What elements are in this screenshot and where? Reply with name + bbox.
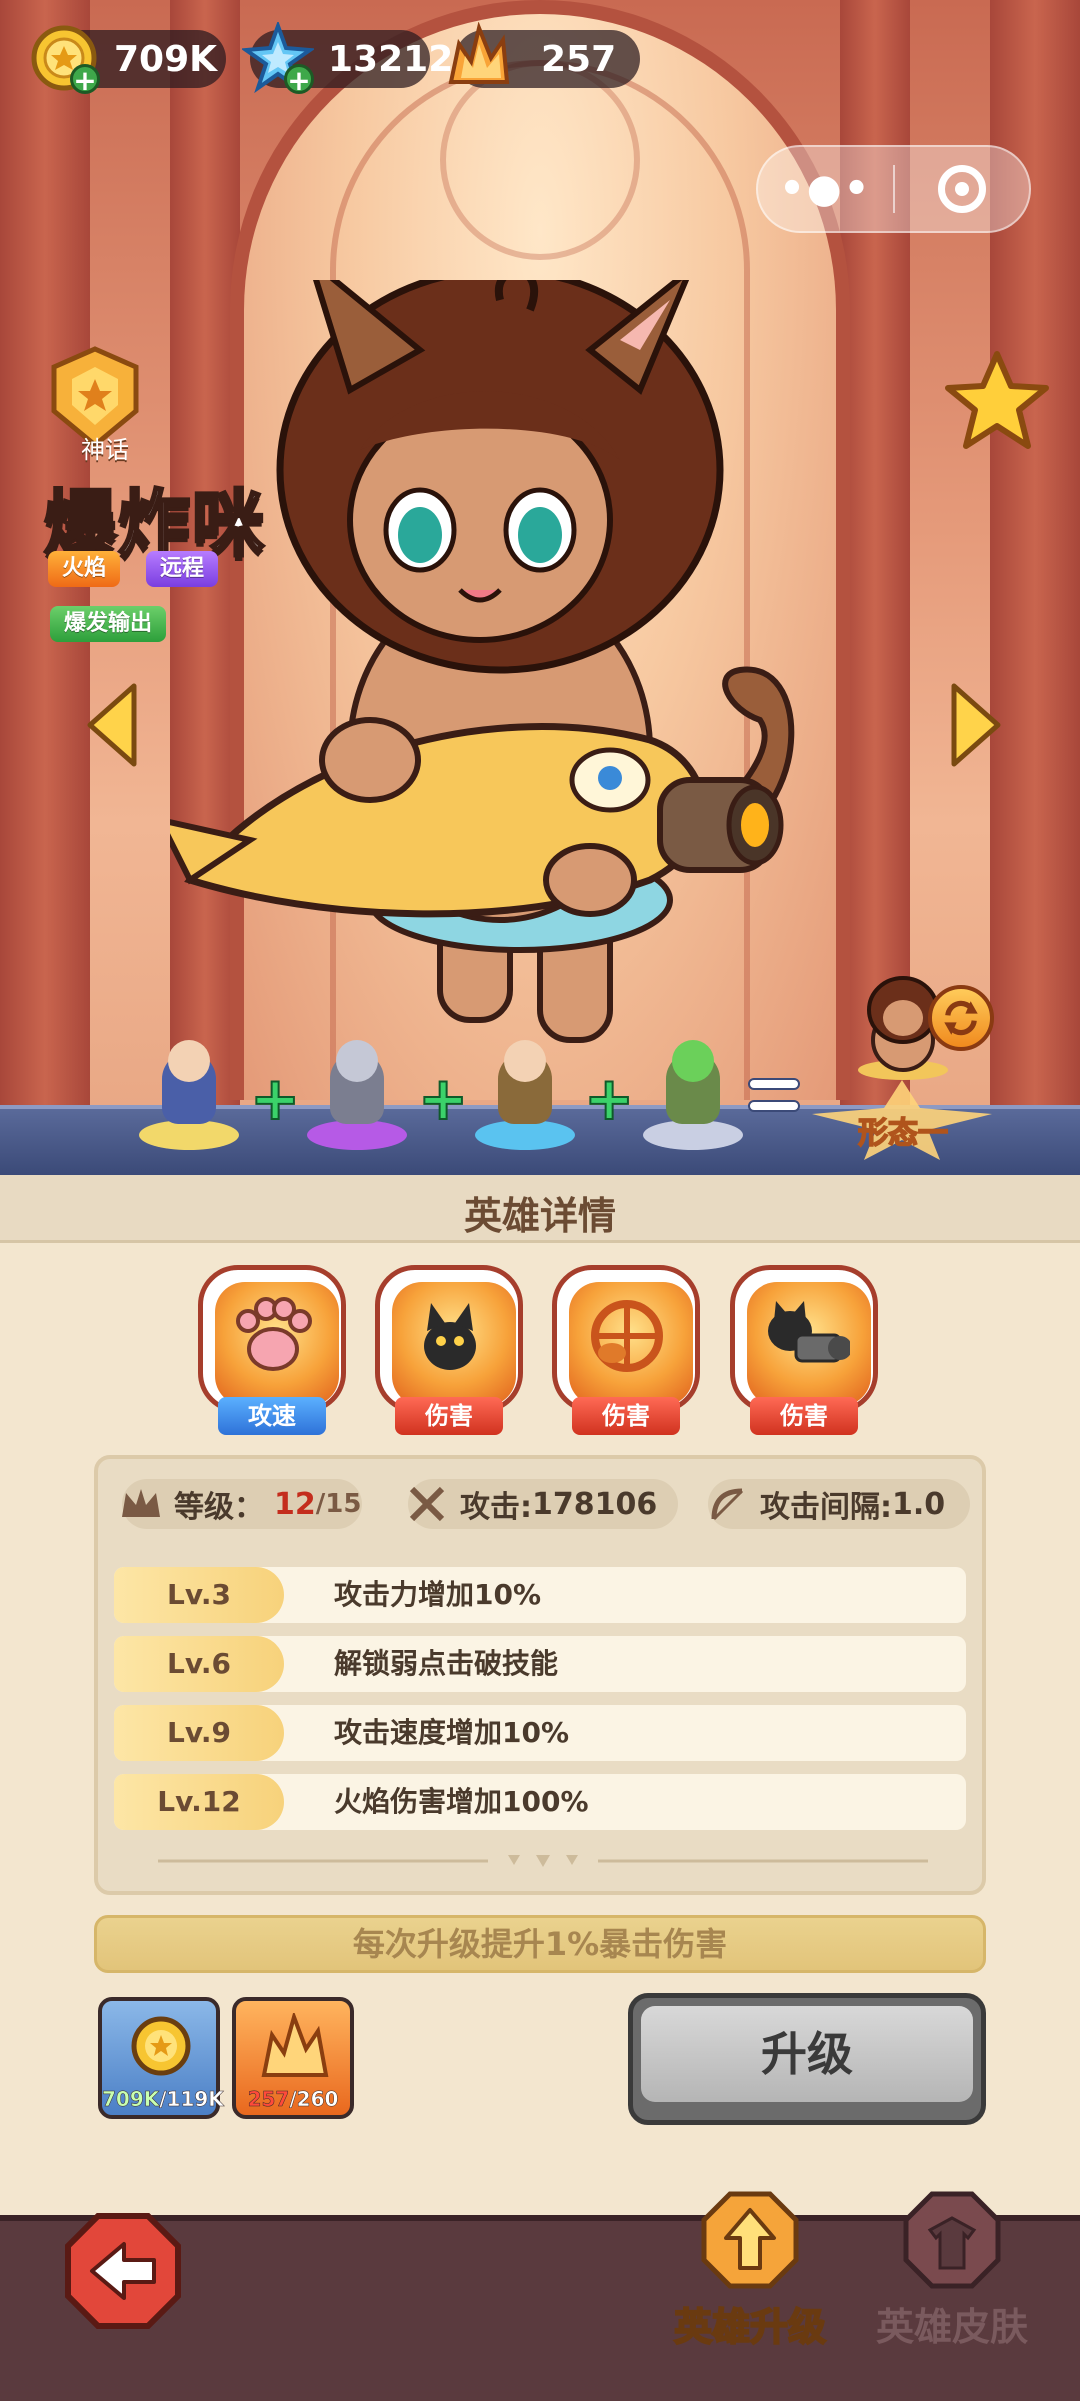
level-bonus-row: Lv.12 火焰伤害增加100% (114, 1774, 966, 1830)
favorite-star-icon[interactable] (942, 348, 1052, 458)
skill-damage-2[interactable]: 伤害 (552, 1265, 702, 1445)
teammate-wizard[interactable] (134, 1040, 244, 1160)
crystal-cost: 257/260 (232, 1997, 354, 2119)
paw-icon (236, 1297, 312, 1371)
role-tag: 爆发输出 (50, 606, 167, 642)
add-gold-icon[interactable]: + (70, 64, 100, 95)
stats-box: 等级： 12 /15 攻击: 178106 攻击间隔: 1.0 Lv.3 攻击力… (94, 1455, 986, 1895)
add-gem-icon[interactable]: + (284, 64, 314, 95)
bonus-desc: 攻击速度增加10% (334, 1716, 570, 1749)
bow-icon (711, 1488, 744, 1521)
level-current: 12 (274, 1486, 316, 1522)
element-tag: 火焰 (48, 551, 121, 587)
rarity-label: 神话 (81, 436, 129, 464)
plus-icon: + (583, 1064, 635, 1134)
tab-hero-upgrade-label: 英雄升级 (673, 2304, 827, 2350)
scroll-divider (158, 1855, 928, 1867)
orange-crystal-icon (261, 2013, 329, 2077)
form-label: 形态一 (857, 1115, 949, 1152)
tab-hero-skin-label: 英雄皮肤 (875, 2305, 1028, 2349)
bonus-level: Lv.3 (114, 1567, 284, 1623)
level-stat: 等级： 12 /15 (122, 1479, 362, 1529)
gold-cost: 709K/119K (98, 1997, 224, 2119)
gold-coin-icon (131, 2016, 191, 2076)
next-hero-arrow-icon[interactable] (946, 680, 1006, 770)
prev-hero-arrow-icon[interactable] (82, 680, 142, 770)
bonus-desc: 火焰伤害增加100% (334, 1785, 589, 1818)
crystal-cost-text: 257/260 (236, 2087, 350, 2112)
gold-have: 709K (102, 2087, 160, 2112)
bonus-level: Lv.6 (114, 1636, 284, 1692)
gatling-cat-icon (768, 1301, 850, 1363)
level-label: 等级： (174, 1490, 264, 1525)
bonus-desc: 攻击力增加10% (334, 1578, 542, 1611)
crystal-need: /260 (289, 2087, 339, 2112)
skill-type-label: 攻速 (218, 1397, 326, 1435)
teammate-base (475, 1120, 575, 1150)
upgrade-button-label: 升级 (641, 2006, 973, 2102)
fish-cannon-icon (591, 1300, 663, 1372)
teammate-head (336, 1040, 378, 1082)
black-cat-icon (424, 1303, 476, 1370)
clothes-hanger-icon (903, 2191, 1001, 2289)
teammate-base (307, 1120, 407, 1150)
teammate-base (139, 1120, 239, 1150)
skill-damage-1[interactable]: 伤害 (375, 1265, 525, 1445)
tab-hero-skin[interactable]: 英雄皮肤 (852, 2190, 1052, 2370)
upgrade-button[interactable]: 升级 (628, 1993, 986, 2125)
skill-damage-3[interactable]: 伤害 (730, 1265, 880, 1445)
skill-attack-speed[interactable]: 攻速 (198, 1265, 348, 1445)
interval-value: 1.0 (892, 1486, 946, 1522)
upgrade-arrow-icon (701, 2191, 799, 2289)
teammate-goblin[interactable] (638, 1040, 748, 1160)
gold-cost-text: 709K/119K (102, 2087, 224, 2112)
crystal-have: 257 (247, 2087, 290, 2112)
plus-icon: + (249, 1064, 301, 1134)
crown-icon (122, 1489, 160, 1517)
panel-title: 英雄详情 (463, 1194, 616, 1238)
gem-counter[interactable]: + 13212 (242, 22, 453, 95)
plus-icon: + (417, 1064, 469, 1134)
bonus-level: Lv.12 (114, 1774, 284, 1830)
tab-hero-upgrade[interactable]: 英雄升级 (650, 2190, 850, 2370)
skill-type-label: 伤害 (572, 1397, 680, 1435)
attack-value: 178106 (532, 1486, 658, 1522)
crit-bonus-note: 每次升级提升1%暴击伤害 (94, 1915, 986, 1973)
teammate-head (672, 1040, 714, 1082)
bonus-level: Lv.9 (114, 1705, 284, 1761)
crystal-counter[interactable]: 257 (448, 22, 640, 88)
teammate-knight[interactable] (302, 1040, 412, 1160)
equals-icon (748, 1078, 800, 1118)
level-bonus-list: Lv.3 攻击力增加10% Lv.6 解锁弱点击破技能 Lv.9 攻击速度增加1… (114, 1567, 966, 1843)
crossed-swords-icon (409, 1486, 445, 1522)
attack-label: 攻击: (460, 1490, 532, 1525)
skill-type-label: 伤害 (750, 1397, 858, 1435)
teammate-head (168, 1040, 210, 1082)
orange-crystal-icon (448, 22, 510, 84)
back-arrow-icon[interactable] (62, 2210, 184, 2332)
level-bonus-row: Lv.3 攻击力增加10% (114, 1567, 966, 1623)
teammate-base (643, 1120, 743, 1150)
level-bonus-row: Lv.9 攻击速度增加10% (114, 1705, 966, 1761)
miniprogram-capsule: •●• (756, 145, 1031, 233)
switch-form-icon[interactable] (928, 985, 994, 1051)
teammate-archer[interactable] (470, 1040, 580, 1160)
hero-detail-panel: 英雄详情 攻速 伤害 伤害 伤害 等级： 12 /15 攻击: 178106 攻… (0, 1175, 1080, 2215)
attack-interval-stat: 攻击间隔: 1.0 (708, 1479, 970, 1529)
bonus-desc: 解锁弱点击破技能 (334, 1647, 559, 1680)
gold-counter[interactable]: + 709K (31, 25, 226, 95)
close-miniprogram-button[interactable] (895, 165, 1030, 213)
target-icon (937, 165, 986, 213)
hero-portrait (170, 280, 795, 1043)
level-max: /15 (315, 1489, 362, 1519)
teammate-head (504, 1040, 546, 1082)
gold-need: /119K (159, 2087, 224, 2112)
attack-stat: 攻击: 178106 (408, 1479, 678, 1529)
skill-type-label: 伤害 (395, 1397, 503, 1435)
level-bonus-row: Lv.6 解锁弱点击破技能 (114, 1636, 966, 1692)
interval-label: 攻击间隔: (760, 1490, 892, 1525)
more-menu-icon[interactable]: •●• (758, 166, 893, 212)
